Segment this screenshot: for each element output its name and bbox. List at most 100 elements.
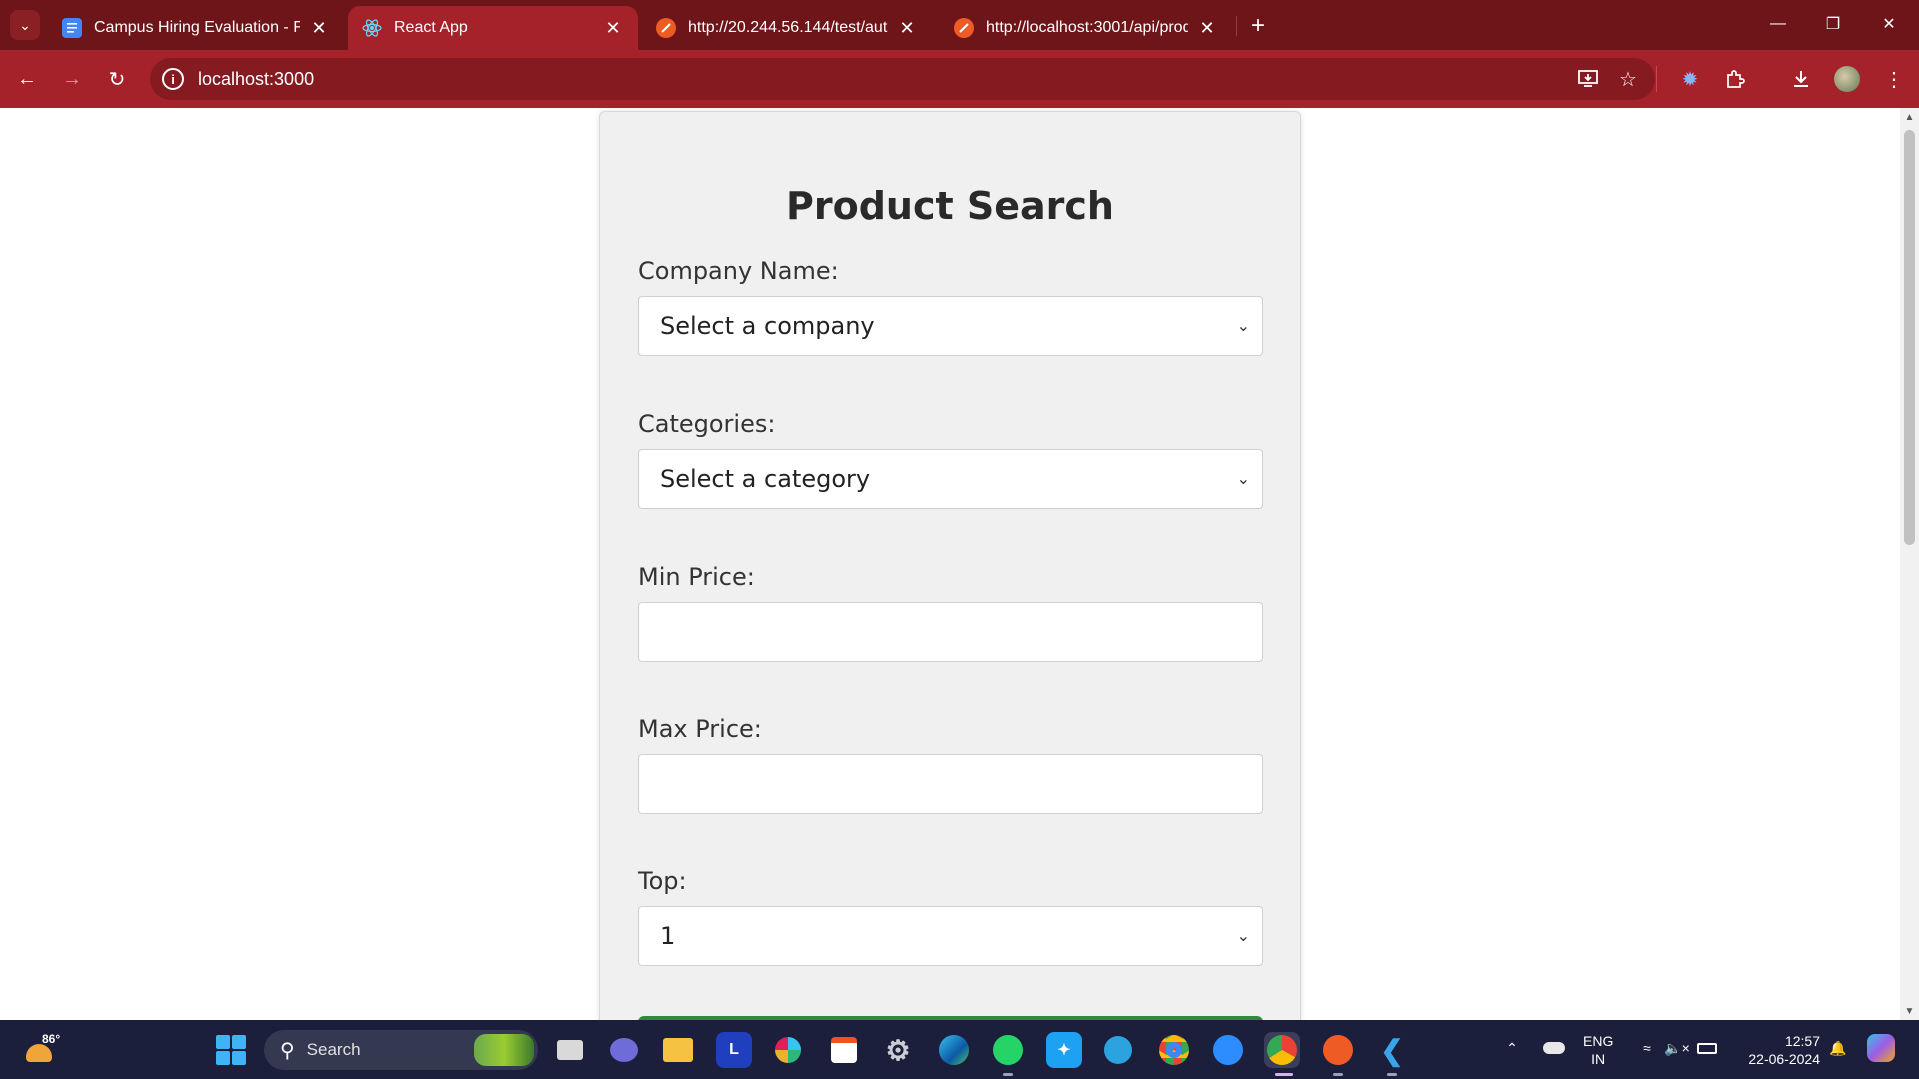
slack-shape xyxy=(775,1037,801,1063)
copilot-shape xyxy=(1867,1034,1895,1062)
close-icon[interactable]: ✕ xyxy=(1196,17,1218,39)
volume-muted-icon[interactable]: 🔈× xyxy=(1664,1030,1690,1066)
site-info-icon[interactable]: i xyxy=(162,68,184,90)
running-indicator xyxy=(1003,1073,1013,1076)
chevron-up-icon: ⌃ xyxy=(1506,1039,1518,1056)
chrome-icon[interactable] xyxy=(1156,1032,1192,1068)
linkedin-learning-icon[interactable]: L xyxy=(716,1032,752,1068)
tab-auth-request[interactable]: http://20.244.56.144/test/auth ✕ xyxy=(642,6,932,50)
chevron-down-icon: ⌄ xyxy=(1236,469,1250,488)
slack-icon[interactable] xyxy=(770,1032,806,1068)
windows-logo-pane xyxy=(232,1035,246,1049)
top-select[interactable]: 1 ⌄ xyxy=(638,906,1263,966)
scroll-up-icon[interactable]: ▲ xyxy=(1900,108,1919,126)
forward-button[interactable]: → xyxy=(56,63,88,95)
telegram-icon[interactable] xyxy=(1100,1032,1136,1068)
downloads-button[interactable] xyxy=(1785,63,1817,95)
vscode-icon[interactable]: ❮ xyxy=(1374,1032,1410,1068)
microsoft-store-icon[interactable] xyxy=(826,1032,862,1068)
zoom-icon[interactable] xyxy=(1210,1032,1246,1068)
wifi-icon[interactable]: ≈ xyxy=(1634,1030,1660,1066)
new-tab-button[interactable]: + xyxy=(1244,12,1272,40)
file-explorer-icon[interactable] xyxy=(660,1032,696,1068)
max-price-input[interactable] xyxy=(638,754,1263,814)
categories-label: Categories: xyxy=(638,410,776,438)
start-button[interactable] xyxy=(216,1035,246,1065)
close-icon: ✕ xyxy=(1882,16,1896,33)
browser-menu-button[interactable]: ⋮ xyxy=(1878,63,1910,95)
region-code: IN xyxy=(1591,1051,1606,1067)
star-icon: ☆ xyxy=(1619,68,1637,91)
running-indicator xyxy=(1387,1073,1397,1076)
task-view-icon[interactable] xyxy=(552,1032,588,1068)
onedrive-icon[interactable] xyxy=(1540,1030,1568,1066)
close-window-button[interactable]: ✕ xyxy=(1869,8,1909,40)
teams-chat-icon[interactable] xyxy=(606,1032,642,1068)
edge-shape xyxy=(939,1035,969,1065)
postman-icon xyxy=(656,18,676,38)
min-price-input[interactable] xyxy=(638,602,1263,662)
install-icon xyxy=(1578,70,1598,87)
battery-icon[interactable] xyxy=(1694,1030,1720,1066)
search-highlight-art xyxy=(474,1034,534,1066)
tab-title: Campus Hiring Evaluation - Full xyxy=(94,19,300,36)
weather-widget[interactable]: 86° xyxy=(22,1032,61,1068)
show-hidden-icons-button[interactable]: ⌃ xyxy=(1500,1030,1524,1066)
whatsapp-icon[interactable] xyxy=(990,1032,1026,1068)
company-label: Company Name: xyxy=(638,257,839,285)
minimize-button[interactable]: — xyxy=(1758,8,1798,40)
chrome-shape xyxy=(1159,1035,1189,1065)
close-icon[interactable]: ✕ xyxy=(896,17,918,39)
install-app-button[interactable] xyxy=(1572,63,1604,95)
back-button[interactable]: ← xyxy=(11,63,43,95)
page-title: Product Search xyxy=(786,184,1114,228)
notification-bell-icon[interactable]: 🔔 xyxy=(1826,1030,1850,1066)
address-bar[interactable]: i localhost:3000 xyxy=(150,58,1655,100)
url-text: localhost:3000 xyxy=(198,68,315,89)
tab-products-api[interactable]: http://localhost:3001/api/produ ✕ xyxy=(940,6,1232,50)
category-select[interactable]: Select a category ⌄ xyxy=(638,449,1263,509)
react-icon xyxy=(362,18,382,38)
windows-logo-icon xyxy=(216,1035,230,1049)
scroll-thumb[interactable] xyxy=(1904,130,1915,545)
weather-temp: 86° xyxy=(42,1032,61,1046)
taskbar-clock[interactable]: 12:57 22-06-2024 xyxy=(1732,1032,1820,1068)
battery-shape xyxy=(1697,1042,1717,1054)
restore-button[interactable]: ❐ xyxy=(1813,8,1853,40)
tab-campus-hiring[interactable]: Campus Hiring Evaluation - Full ✕ xyxy=(48,6,344,50)
plus-icon: + xyxy=(1250,12,1265,39)
company-select[interactable]: Select a company ⌄ xyxy=(638,296,1263,356)
chevron-down-icon: ⌄ xyxy=(1236,926,1250,945)
tab-react-app[interactable]: React App ✕ xyxy=(348,6,638,50)
close-icon[interactable]: ✕ xyxy=(602,17,624,39)
vscode-shape: ❮ xyxy=(1380,1034,1404,1066)
page-scrollbar[interactable]: ▲ ▼ xyxy=(1900,108,1919,1020)
bookmark-button[interactable]: ☆ xyxy=(1612,63,1644,95)
weather-icon xyxy=(26,1044,52,1062)
language-indicator[interactable]: ENG IN xyxy=(1583,1032,1613,1068)
twitter-icon[interactable]: ✦ xyxy=(1046,1032,1082,1068)
postman-app-icon[interactable] xyxy=(1320,1032,1356,1068)
reload-icon: ↻ xyxy=(108,68,126,91)
tab-title: http://localhost:3001/api/produ xyxy=(986,19,1188,36)
close-icon[interactable]: ✕ xyxy=(308,17,330,39)
chevron-down-icon: ⌄ xyxy=(1236,316,1250,335)
profile-button[interactable] xyxy=(1831,63,1863,95)
running-indicator xyxy=(1333,1073,1343,1076)
puzzle-icon xyxy=(1727,70,1745,88)
chrome-shape xyxy=(1267,1035,1297,1065)
taskbar-search[interactable]: ⚲ Search xyxy=(264,1030,538,1070)
settings-icon[interactable]: ⚙ xyxy=(880,1032,916,1068)
extension-button[interactable]: ✹ xyxy=(1674,63,1706,95)
chrome-profile-icon[interactable] xyxy=(1264,1032,1300,1068)
top-select-value: 1 xyxy=(660,922,676,950)
reload-button[interactable]: ↻ xyxy=(101,63,133,95)
tab-strip: ⌄ Campus Hiring Evaluation - Full ✕ Reac… xyxy=(0,0,1919,50)
windows-logo-pane xyxy=(232,1051,246,1065)
copilot-icon[interactable] xyxy=(1864,1030,1898,1066)
extensions-menu-button[interactable] xyxy=(1719,63,1751,95)
whatsapp-shape xyxy=(993,1035,1023,1065)
tab-search-button[interactable]: ⌄ xyxy=(10,10,40,40)
edge-icon[interactable] xyxy=(936,1032,972,1068)
scroll-down-icon[interactable]: ▼ xyxy=(1900,1002,1919,1020)
